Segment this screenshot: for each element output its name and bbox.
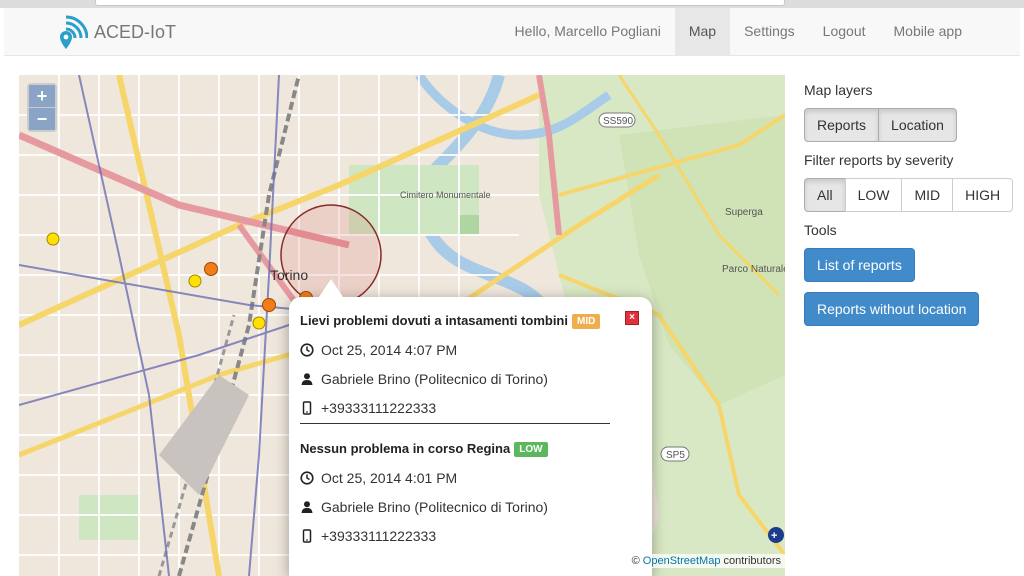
nav-greeting: Hello, Marcello Pogliani bbox=[514, 23, 661, 39]
report-phone: +39333111222333 bbox=[300, 528, 548, 544]
report-title: Lievi problemi dovuti a intasamenti tomb… bbox=[300, 313, 601, 329]
report-popup: × Lievi problemi dovuti a intasamenti to… bbox=[289, 279, 652, 576]
map-label-torino: Torino bbox=[270, 267, 308, 283]
popup-tip bbox=[319, 279, 343, 297]
navbar: ACED-IoT Hello, Marcello Pogliani Map Se… bbox=[4, 8, 1020, 56]
report-title: Nessun problema in corso Regina LOW bbox=[300, 441, 548, 457]
layer-location-button[interactable]: Location bbox=[878, 108, 957, 142]
map-view[interactable]: Torino Cimitero Monumentale Parco Natura… bbox=[19, 75, 785, 576]
report-author: Gabriele Brino (Politecnico di Torino) bbox=[300, 499, 548, 515]
report-marker[interactable] bbox=[204, 262, 218, 276]
nav-item-logout[interactable]: Logout bbox=[809, 8, 880, 55]
report-entry: Nessun problema in corso Regina LOW Oct 2… bbox=[300, 441, 548, 544]
clock-icon bbox=[300, 343, 314, 357]
report-author: Gabriele Brino (Politecnico di Torino) bbox=[300, 371, 600, 387]
clock-icon bbox=[300, 471, 314, 485]
report-entry: Lievi problemi dovuti a intasamenti tomb… bbox=[300, 313, 601, 416]
osm-link[interactable]: OpenStreetMap bbox=[643, 555, 721, 567]
address-bar[interactable] bbox=[95, 0, 785, 6]
brand-name: ACED-IoT bbox=[94, 21, 177, 42]
map-label-cimitero: Cimitero Monumentale bbox=[400, 190, 491, 200]
nav-menu: Hello, Marcello Pogliani Map Settings Lo… bbox=[501, 8, 976, 55]
reports-without-location-button[interactable]: Reports without location bbox=[804, 292, 980, 326]
svg-text:+: + bbox=[771, 530, 777, 542]
zoom-control: + − bbox=[27, 83, 57, 132]
nav-item-mobile-app[interactable]: Mobile app bbox=[880, 8, 977, 55]
filter-high-button[interactable]: HIGH bbox=[952, 178, 1014, 212]
phone-icon bbox=[302, 529, 312, 543]
report-phone: +39333111222333 bbox=[300, 400, 600, 416]
map-label-sp5: SP5 bbox=[666, 450, 685, 461]
filter-mid-button[interactable]: MID bbox=[901, 178, 954, 212]
map-attribution: © OpenStreetMap contributors bbox=[627, 554, 785, 568]
report-marker[interactable] bbox=[262, 298, 276, 312]
severity-badge: LOW bbox=[514, 442, 548, 457]
user-icon bbox=[301, 373, 313, 385]
map-layers-label: Map layers bbox=[804, 82, 873, 98]
filter-severity-label: Filter reports by severity bbox=[804, 152, 954, 168]
phone-icon bbox=[302, 401, 312, 415]
filter-all-button[interactable]: All bbox=[804, 178, 846, 212]
filter-low-button[interactable]: LOW bbox=[844, 178, 903, 212]
popup-divider bbox=[300, 423, 610, 424]
brand[interactable]: ACED-IoT bbox=[52, 15, 177, 49]
zoom-out-button[interactable]: − bbox=[29, 107, 55, 130]
map-label-superga: Superga bbox=[725, 207, 763, 218]
map-layers-group: Reports Location bbox=[804, 108, 1014, 142]
report-datetime: Oct 25, 2014 4:07 PM bbox=[300, 342, 600, 358]
map-label-parco: Parco Naturale della Collina di Superga bbox=[722, 264, 785, 275]
popup-close-button[interactable]: × bbox=[625, 311, 639, 325]
user-icon bbox=[301, 501, 313, 513]
severity-filter-group: All LOW MID HIGH bbox=[804, 178, 1014, 212]
nav-item-settings[interactable]: Settings bbox=[730, 8, 809, 55]
sidebar: Map layers Reports Location Filter repor… bbox=[804, 80, 1014, 326]
severity-badge: MID bbox=[571, 314, 601, 329]
map-label-ss590: SS590 bbox=[603, 116, 633, 127]
zoom-in-button[interactable]: + bbox=[29, 85, 55, 107]
report-marker[interactable] bbox=[46, 232, 60, 246]
tools-label: Tools bbox=[804, 222, 837, 238]
nav-item-map[interactable]: Map bbox=[674, 8, 731, 55]
report-marker[interactable] bbox=[252, 316, 266, 330]
report-datetime: Oct 25, 2014 4:01 PM bbox=[300, 470, 548, 486]
browser-chrome bbox=[0, 0, 1024, 8]
report-marker[interactable] bbox=[188, 274, 202, 288]
layer-reports-button[interactable]: Reports bbox=[804, 108, 880, 142]
list-of-reports-button[interactable]: List of reports bbox=[804, 248, 915, 282]
wifi-pin-logo-icon bbox=[60, 15, 88, 49]
